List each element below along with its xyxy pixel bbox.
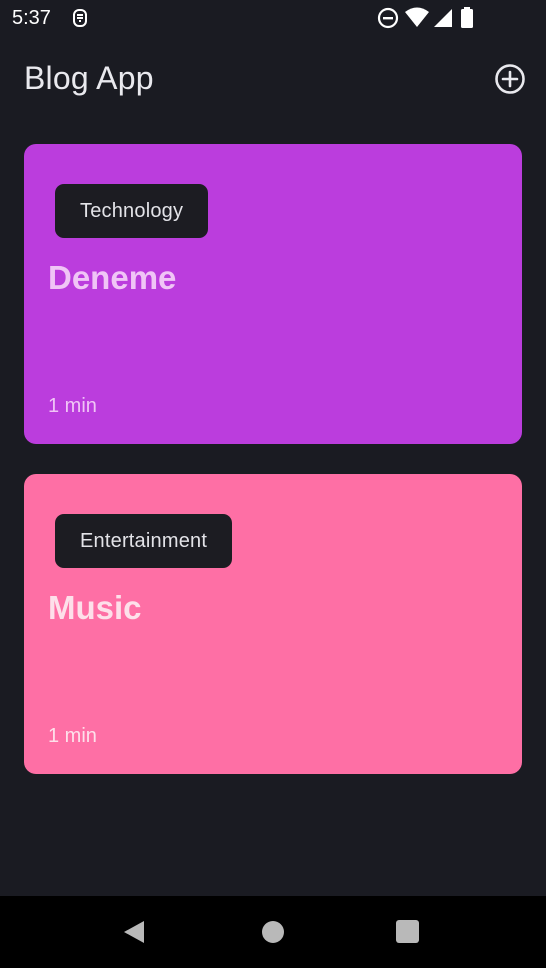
back-icon[interactable]	[118, 916, 150, 948]
page-title: Blog App	[24, 60, 154, 96]
read-time: 1 min	[48, 725, 97, 747]
add-circle-icon[interactable]	[492, 61, 528, 97]
recents-icon[interactable]	[392, 916, 424, 948]
category-chip[interactable]: Entertainment	[55, 514, 233, 568]
battery-icon	[461, 7, 473, 28]
notification-icon	[73, 9, 87, 27]
system-nav-bar	[0, 896, 546, 968]
category-chip[interactable]: Technology	[55, 184, 209, 238]
status-bar: 5:37	[0, 0, 546, 36]
post-title: Deneme	[48, 259, 177, 296]
do-not-disturb-icon	[377, 7, 399, 29]
signal-icon	[434, 9, 452, 27]
wifi-icon	[405, 7, 429, 27]
post-title: Music	[48, 589, 142, 626]
post-card-entertainment[interactable]: Entertainment Music 1 min	[24, 474, 522, 774]
post-card-technology[interactable]: Technology Deneme 1 min	[24, 144, 522, 444]
read-time: 1 min	[48, 395, 97, 417]
status-time: 5:37	[12, 7, 51, 29]
home-icon[interactable]	[257, 916, 289, 948]
